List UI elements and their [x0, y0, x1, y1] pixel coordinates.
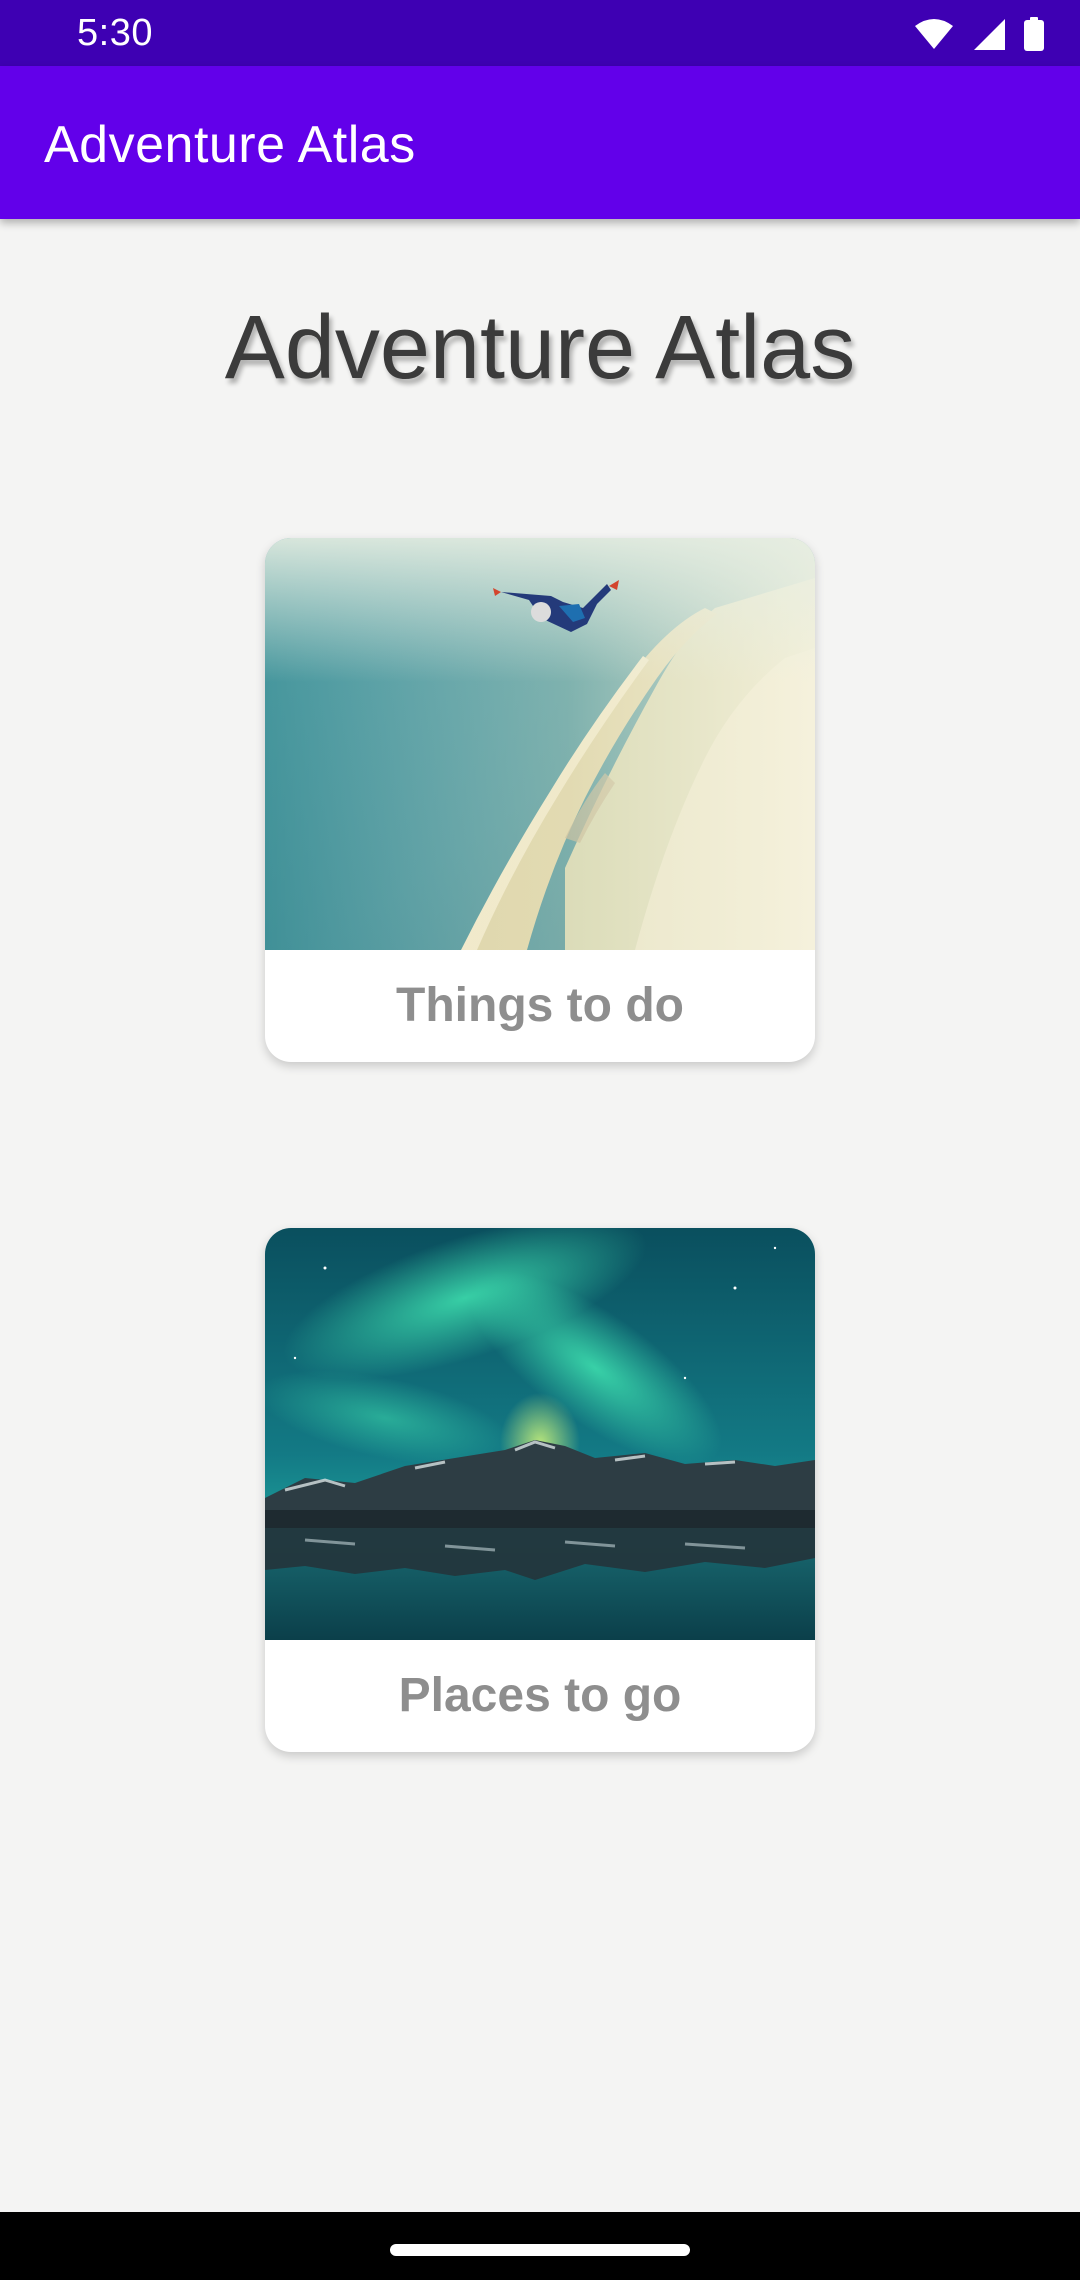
things-to-do-label: Things to do — [396, 979, 684, 1032]
things-to-do-card[interactable]: Things to do — [265, 538, 815, 1062]
skydiver-coastline-image — [265, 538, 815, 950]
wifi-icon — [914, 18, 954, 50]
status-bar: 5:30 — [0, 0, 1080, 66]
places-to-go-card[interactable]: Places to go — [265, 1228, 815, 1752]
places-to-go-label: Places to go — [398, 1669, 682, 1722]
page-heading: Adventure Atlas — [224, 298, 856, 398]
status-icons — [914, 16, 1044, 52]
aurora-mountains-image — [265, 1228, 815, 1640]
status-time: 5:30 — [77, 12, 153, 54]
navigation-bar — [0, 2212, 1080, 2280]
home-gesture-handle[interactable] — [390, 2244, 690, 2256]
app-bar-title: Adventure Atlas — [44, 116, 416, 174]
cellular-signal-icon — [972, 17, 1006, 51]
app-bar: Adventure Atlas — [0, 66, 1080, 219]
battery-icon — [1024, 17, 1044, 51]
